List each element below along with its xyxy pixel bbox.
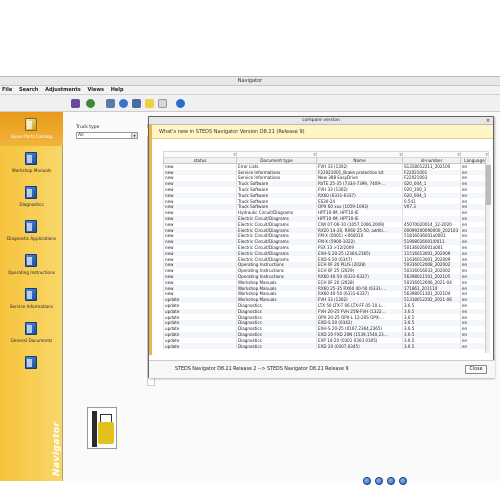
sidebar-item-label: Diagnostic Applications [6,236,57,241]
book-icon [25,220,37,233]
truck-thumbnail-image [87,407,117,449]
sidebar-item-label: Spare Parts Catalog [10,134,53,139]
sidebar-item-label: Workshop Manuals [11,168,52,173]
book-icon [25,118,37,131]
sidebar-item-label: General Documents [10,338,53,343]
dialog-title: compare version [149,117,493,125]
sidebar-item-spare-parts[interactable]: Spare Parts Catalog [0,112,63,146]
table-cell: Diagnostics [236,343,317,350]
star-icon[interactable] [145,99,154,108]
menu-bar: File Search Adjustments Views Help [0,86,500,95]
navigator-brand-logo: Navigator [52,421,62,477]
table-cell: 00099200090000_202103 [402,227,461,234]
dialog-footer: STEDS Navigator D8.21 Release 2 --> STED… [149,360,495,378]
menu-file[interactable]: File [2,87,12,93]
truck-type-label: Truck type [76,125,100,130]
sidebar-item-label: Diagnostics [19,202,44,207]
table-cell: EXD 20 (0307,0345) [316,343,403,350]
table-body: new Error Lists FVH 33 (1302) S1318012211_2… [163,163,489,350]
first-page-icon[interactable] [363,477,371,485]
sidebar-item-label: Operating Instructions [8,270,55,275]
table-cell: 51318012202_2021-06 [402,297,461,303]
table-row[interactable]: update Diagnostics EXD 20 (0307,0345) 3.6.5… [163,343,489,350]
dialog-accent-bar [149,125,152,355]
filter-icon[interactable] [71,99,80,108]
book-icon [25,152,37,165]
dialog-header: What's new in STEDS Navigator Version D8… [149,125,493,139]
close-icon[interactable]: × [485,118,491,124]
truck-type-select[interactable]: All ▾ [76,132,138,139]
changes-table: ⊽ ⊽ ⊽ ⊽ ⊽ status Document type Name id-n… [163,151,489,350]
globe-icon[interactable] [86,99,95,108]
sidebar-item-general-documents[interactable]: General Documents [0,316,63,350]
sidebar-item-workshop-manuals[interactable]: Workshop Manuals [0,146,63,180]
scrollbar-thumb[interactable] [486,165,491,205]
menu-views[interactable]: Views [87,87,103,93]
book-icon [25,356,37,369]
table-cell: update [163,343,237,350]
table-cell: 50316012006_2021-04 [402,279,461,286]
book-icon [25,322,37,335]
next-page-icon[interactable] [387,477,395,485]
menu-adjustments[interactable]: Adjustments [45,87,81,93]
sidebar-item-diagnostic-applications[interactable]: Diagnostic Applications [0,214,63,248]
sidebar: Spare Parts Catalog Workshop Manuals Dia… [0,112,63,481]
table-cell: 45070020014_12-2020 [402,221,461,228]
book-icon [25,288,37,301]
last-page-icon[interactable] [399,477,407,485]
prev-page-icon[interactable] [375,477,383,485]
menu-search[interactable]: Search [19,87,38,93]
version-compare-text: STEDS Navigator D8.21 Release 2 --> STED… [175,367,349,372]
sidebar-item-operating-instructions[interactable]: Operating Instructions [0,248,63,282]
tool-icon[interactable] [106,99,115,108]
close-button[interactable]: Close [465,365,487,374]
vertical-scrollbar[interactable] [485,157,491,353]
refresh-icon[interactable] [119,99,128,108]
sidebar-item-label: Service Informations [9,304,54,309]
toolbar [0,95,500,112]
sidebar-item-diagnostics[interactable]: Diagnostics [0,180,63,214]
document-icon[interactable] [158,99,167,108]
print-icon[interactable] [132,99,141,108]
book-icon [25,254,37,267]
chevron-down-icon: ▾ [131,133,137,138]
info-icon[interactable] [176,99,185,108]
book-icon [25,186,37,199]
sidebar-item-extra[interactable] [0,350,63,384]
window-title: Navigator [0,77,500,86]
sidebar-item-service-informations[interactable]: Service Informations [0,282,63,316]
menu-help[interactable]: Help [111,87,124,93]
compare-version-dialog: compare version × What's new in STEDS Na… [148,116,495,378]
table-cell: 3.6.5 [402,343,461,350]
